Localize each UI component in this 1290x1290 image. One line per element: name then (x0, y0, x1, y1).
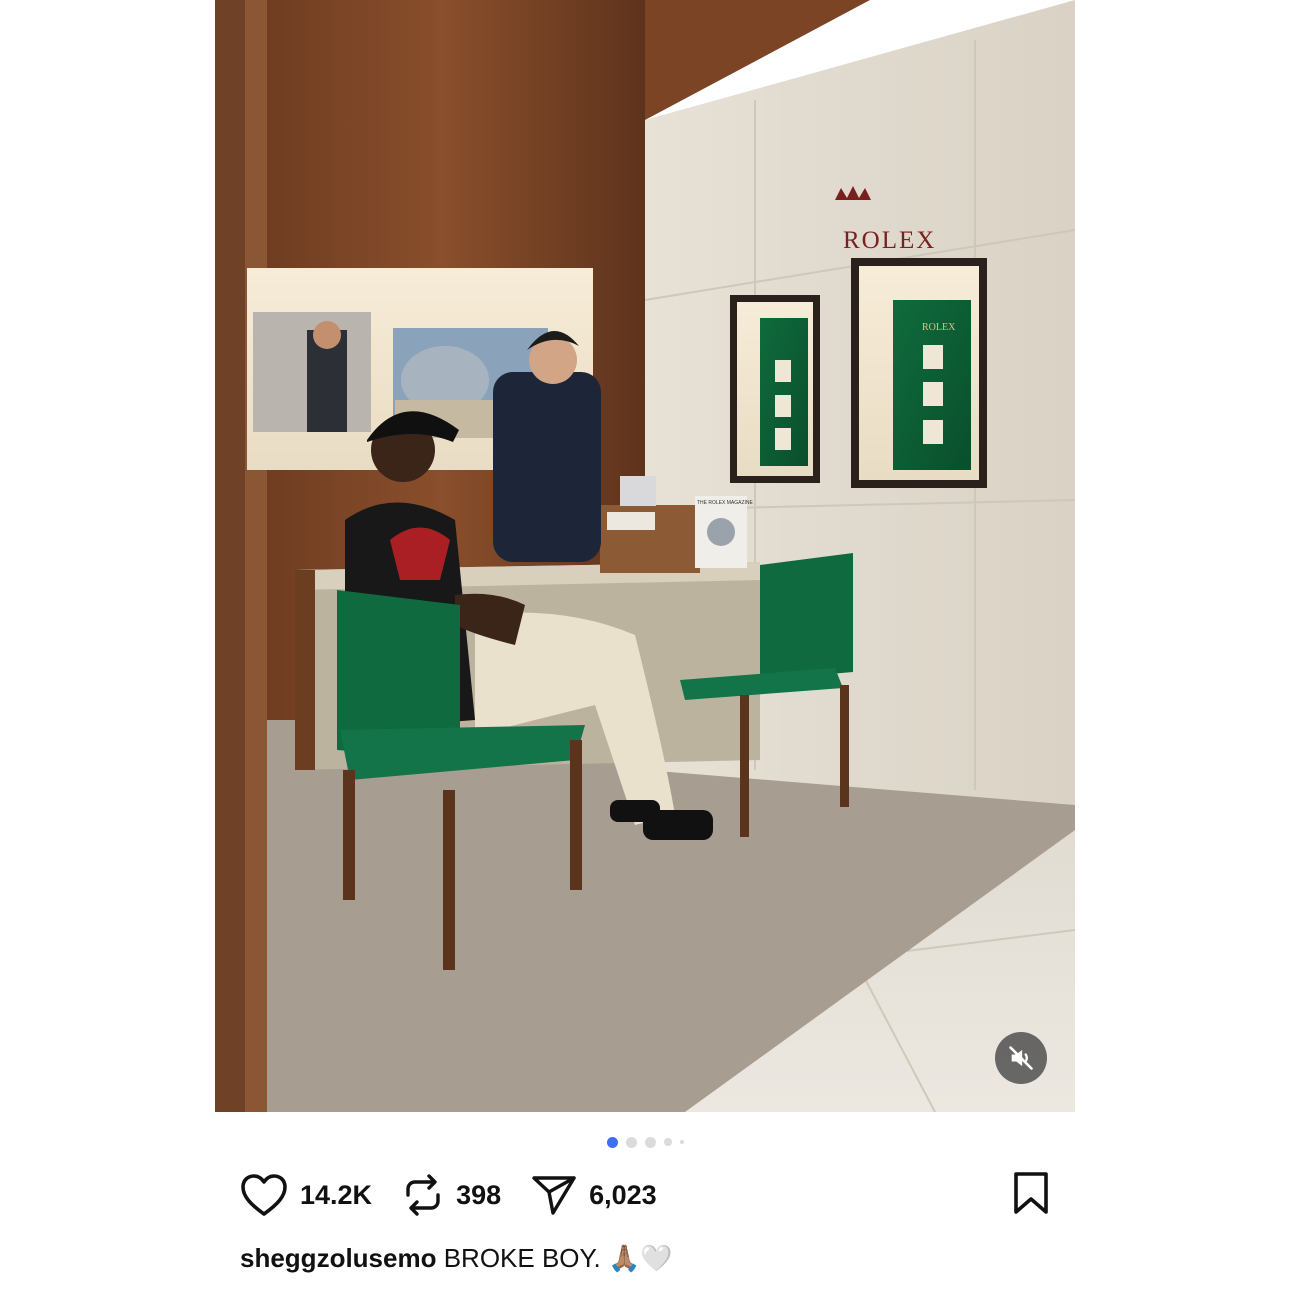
carousel-dot-active[interactable] (606, 1136, 618, 1148)
carousel-dot[interactable] (679, 1140, 684, 1144)
caption-username[interactable]: sheggzolusemo (240, 1243, 436, 1273)
heart-icon (241, 1174, 287, 1216)
share-count: 6,023 (589, 1179, 657, 1210)
magazine-title: THE ROLEX MAGAZINE (697, 500, 754, 506)
caption-emoji: 🙏🏽🤍 (607, 1243, 673, 1273)
like-button[interactable]: 14.2K (240, 1173, 372, 1217)
carousel-dot[interactable] (663, 1138, 672, 1146)
repost-count: 398 (456, 1179, 502, 1210)
bookmark-icon (1014, 1171, 1048, 1214)
save-button[interactable] (1012, 1171, 1050, 1220)
volume-muted-icon (1009, 1046, 1033, 1070)
like-count: 14.2K (300, 1179, 373, 1210)
post-media-photo[interactable]: ROLEX ROLEX THE ROLEX MAGAZINE (215, 0, 1075, 1112)
carousel-dot[interactable] (625, 1136, 637, 1148)
post-caption: sheggzolusemo BROKE BOY. 🙏🏽🤍 (240, 1243, 673, 1274)
carousel-indicator (0, 1136, 1290, 1148)
send-icon (532, 1176, 576, 1215)
repost-button[interactable]: 398 (402, 1173, 501, 1217)
mute-toggle-button[interactable] (995, 1032, 1047, 1084)
repost-icon (406, 1174, 440, 1216)
carousel-dot[interactable] (644, 1136, 656, 1148)
wall-rolex-logo: ROLEX (843, 227, 936, 254)
share-button[interactable]: 6,023 (531, 1173, 657, 1217)
post-actions-bar: 14.2K 398 6,023 (240, 1170, 1050, 1220)
case-rolex-logo: ROLEX (922, 322, 956, 333)
caption-text: BROKE BOY. (443, 1243, 601, 1273)
